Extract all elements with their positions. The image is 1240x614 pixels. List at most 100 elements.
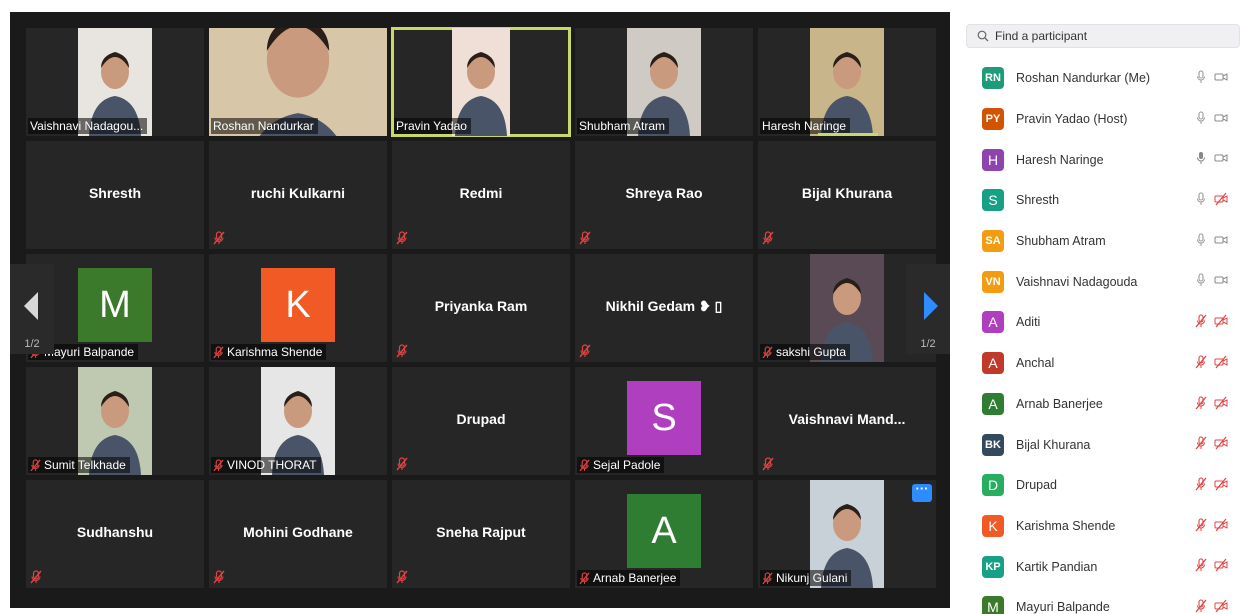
participant-list: RN Roshan Nandurkar (Me) PY Pravin Yadao (H… [958,58,1240,614]
video-tile[interactable]: Vaishnavi Nadagou... [26,28,204,136]
gallery-view: Vaishnavi Nadagou... Roshan Nandurkar Prav… [0,0,958,614]
participant-row[interactable]: SA Shubham Atram [958,221,1240,262]
participant-name: Roshan Nandurkar (Me) [1016,71,1151,86]
video-tile[interactable]: Redmi [392,141,570,249]
video-tile[interactable]: Haresh Naringe [758,28,936,136]
participant-name: Roshan Nandurkar [213,119,314,133]
participant-row[interactable]: A Anchal [958,343,1240,384]
participant-row[interactable]: D Drupad [958,465,1240,506]
name-label: Arnab Banerjee [577,570,681,586]
participant-row[interactable]: PY Pravin Yadao (Host) [958,99,1240,140]
participant-name: Arnab Banerjee [593,571,677,585]
participant-name: Aditi [1016,315,1041,330]
mic-muted-icon [1194,599,1208,613]
video-tile[interactable]: A Arnab Banerjee [575,480,753,588]
video-tile[interactable]: Bijal Khurana [758,141,936,249]
mic-muted-icon [579,231,591,245]
mic-speaking-icon [1194,151,1208,165]
video-off-icon [1214,599,1228,613]
participant-name: Shresth [1016,193,1060,208]
video-tile[interactable]: Shresth [26,141,204,249]
video-tile[interactable]: Sneha Rajput [392,480,570,588]
participant-row[interactable]: A Arnab Banerjee [958,384,1240,425]
video-tile[interactable]: Priyanka Ram [392,254,570,362]
participant-name: Pravin Yadao (Host) [1016,112,1128,127]
participant-row[interactable]: S Shresth [958,180,1240,221]
participant-name: Mayuri Balpande [44,345,135,359]
video-tile[interactable]: Mohini Godhane [209,480,387,588]
video-off-icon [1214,355,1228,369]
participant-row[interactable]: K Karishma Shende [958,506,1240,547]
speaking-indicator [818,133,878,136]
participant-row[interactable]: VN Vaishnavi Nadagouda [958,261,1240,302]
participant-row[interactable]: KP Kartik Pandian [958,546,1240,587]
video-tile[interactable]: VINOD THORAT [209,367,387,475]
mic-muted-icon [213,345,224,359]
video-tile[interactable]: Sudhanshu [26,480,204,588]
participant-name: Sejal Padole [593,458,661,472]
video-tile[interactable]: Nikhil Gedam ❥ ▯ [575,254,753,362]
mic-muted-icon [1194,395,1208,410]
participant-status-icons [1194,233,1228,247]
participant-name: Bijal Khurana [801,185,893,201]
participant-name: sakshi Gupta [776,345,847,359]
avatar: RN [982,67,1004,90]
participant-row[interactable]: M Mayuri Balpande [958,587,1240,614]
video-tile[interactable]: S Sejal Padole [575,367,753,475]
name-label: VINOD THORAT [211,457,321,473]
video-tile[interactable]: Shubham Atram [575,28,753,136]
more-options-button[interactable]: ··· [912,482,932,502]
mic-icon [1194,70,1208,84]
participant-row[interactable]: RN Roshan Nandurkar (Me) [958,58,1240,99]
participant-name: Nikhil Gedam ❥ ▯ [605,298,723,314]
participant-row[interactable]: H Haresh Naringe [958,139,1240,180]
participant-row[interactable]: BK Bijal Khurana [958,424,1240,465]
participant-status-icons [1194,314,1228,328]
participant-status-icons [1194,395,1228,410]
avatar: PY [982,108,1004,131]
name-label: Haresh Naringe [760,118,851,134]
name-label: Sejal Padole [577,457,665,473]
participant-name: Redmi [459,185,503,201]
participants-panel: Find a participant RN Roshan Nandurkar (M… [958,0,1240,614]
participant-name: Bijal Khurana [1016,437,1091,452]
next-page-button[interactable]: 1/2 [906,264,950,354]
participant-name: Shresth [88,185,142,201]
page-indicator-left: 1/2 [24,338,40,350]
avatar: A [982,392,1004,415]
participant-name: Shubham Atram [1016,234,1106,249]
name-label: Pravin Yadao [394,118,471,134]
avatar: M [982,596,1004,614]
video-icon [1214,273,1228,287]
zoom-meeting-window: Vaishnavi Nadagou... Roshan Nandurkar Prav… [0,0,1240,614]
participant-status-icons [1194,477,1228,491]
participant-status-icons [1194,111,1228,125]
participant-name: Vaishnavi Mand... [788,411,906,427]
mic-icon [1194,192,1208,206]
video-tile[interactable]: Drupad [392,367,570,475]
video-off-icon [1214,192,1228,206]
previous-page-button[interactable]: 1/2 [10,264,54,354]
video-tile[interactable]: Nikunj Gulani ··· [758,480,936,588]
participant-name: Arnab Banerjee [1016,396,1103,411]
mic-muted-icon [762,457,774,471]
mic-muted-icon [1194,477,1208,491]
video-tile[interactable]: Shreya Rao [575,141,753,249]
name-label: Vaishnavi Nadagou... [28,118,148,134]
video-tile[interactable]: Roshan Nandurkar [209,28,387,136]
video-tile[interactable]: K Karishma Shende [209,254,387,362]
video-tile[interactable]: Vaishnavi Mand... [758,367,936,475]
search-input[interactable]: Find a participant [966,24,1240,48]
name-label: Sumit Telkhade [28,457,130,473]
video-tile[interactable]: Pravin Yadao [391,27,571,137]
video-tile[interactable]: Sumit Telkhade [26,367,204,475]
mic-muted-icon [1194,436,1208,450]
video-tile[interactable]: ruchi Kulkarni [209,141,387,249]
mic-muted-icon [30,570,42,584]
participant-row[interactable]: A Aditi [958,302,1240,343]
avatar: KP [982,555,1004,578]
arrow-left-icon [24,292,38,320]
name-label: sakshi Gupta [760,344,851,360]
participant-name: Sumit Telkhade [44,458,126,472]
participant-name: ruchi Kulkarni [250,185,346,201]
